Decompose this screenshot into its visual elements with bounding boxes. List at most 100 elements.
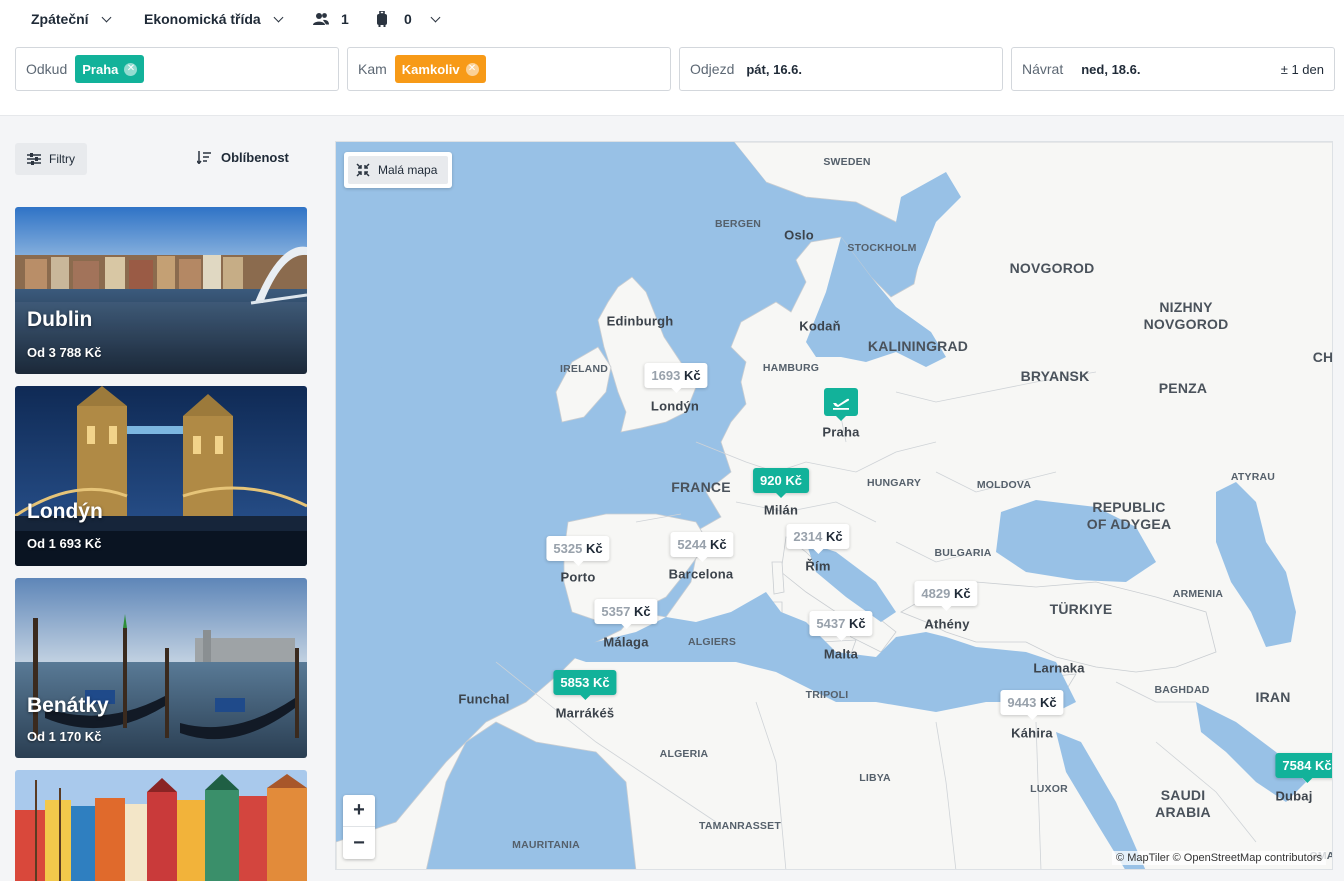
passengers-count: 1	[341, 11, 349, 27]
map-label-france: FRANCE	[671, 479, 731, 495]
map-label-sweden: SWEDEN	[823, 156, 871, 168]
destination-chip-label: Kamkoliv	[401, 61, 460, 77]
origin-field[interactable]: Odkud Praha ✕	[15, 47, 339, 91]
map-label-algiers: ALGIERS	[687, 636, 737, 648]
map-label-penza: PENZA	[1158, 380, 1208, 396]
copenhagen-photo	[15, 770, 307, 881]
sort-button[interactable]: Oblíbenost	[197, 150, 289, 165]
map-label-luxor: LUXOR	[1030, 783, 1068, 795]
price-pin[interactable]: 5244 Kč	[670, 532, 734, 562]
pin-city-label: Řím	[805, 558, 831, 574]
price-pin[interactable]: 5357 Kč	[594, 599, 658, 629]
origin-city-label: Praha	[822, 424, 860, 440]
zoom-in-button[interactable]: +	[343, 795, 375, 827]
remove-chip-icon[interactable]: ✕	[465, 62, 479, 76]
destination-card-venice[interactable]: Benátky Od 1 170 Kč	[15, 578, 307, 758]
zoom-out-button[interactable]: −	[343, 827, 375, 859]
plane-takeoff-icon	[833, 398, 850, 410]
map-label-oslo: Oslo	[784, 227, 814, 243]
map-label-stockholm: STOCKHOLM	[847, 242, 917, 254]
chevron-down-icon	[273, 12, 284, 22]
origin-chip[interactable]: Praha ✕	[75, 55, 145, 83]
map-label-hungary: HUNGARY	[866, 477, 922, 489]
filters-button[interactable]: Filtry	[15, 143, 87, 175]
mini-map-button[interactable]: Malá mapa	[344, 152, 452, 188]
price-pin[interactable]: 5325 Kč	[546, 536, 610, 566]
card-price: Od 1 693 Kč	[27, 536, 102, 551]
pin-city-label: Marrákéš	[555, 705, 615, 721]
return-flexibility: ± 1 den	[1280, 61, 1324, 77]
return-label: Návrat	[1022, 61, 1064, 77]
cabin-class-dropdown[interactable]: Ekonomická třída	[144, 11, 284, 27]
map-label-novgorod: NOVGOROD	[1009, 260, 1095, 276]
departure-date-field[interactable]: Odjezd pát, 16.6.	[679, 47, 1003, 91]
trip-type-dropdown[interactable]: Zpáteční	[31, 11, 112, 27]
destination-card-london[interactable]: Londýn Od 1 693 Kč	[15, 386, 307, 566]
price-pin-cheapest[interactable]: 920 Kč	[753, 468, 809, 498]
passengers-dropdown[interactable]: 1	[313, 11, 349, 27]
return-value: ned, 18.6.	[1081, 61, 1141, 77]
sort-icon	[197, 151, 211, 164]
map-label-kaliningrad: KALININGRAD	[867, 338, 969, 354]
map-label-hamburg: HAMBURG	[762, 362, 820, 374]
map-label-edinburgh: Edinburgh	[606, 313, 674, 329]
pin-city-label: Málaga	[603, 634, 649, 650]
pin-city-label: Dubaj	[1275, 788, 1313, 804]
price-pin[interactable]: 4829 Kč	[914, 581, 978, 611]
pin-city-label: Milán	[763, 502, 799, 518]
map-label-nizhny: NIZHNY NOVGOROD	[1143, 299, 1229, 332]
map-label-tamanrasset: TAMANRASSET	[699, 820, 781, 832]
remove-chip-icon[interactable]: ✕	[124, 62, 138, 76]
pin-city-label: Barcelona	[668, 566, 734, 582]
map-label-adygea: REPUBLIC OF ADYGEA	[1086, 499, 1172, 532]
destination-card-partial[interactable]	[15, 770, 307, 881]
map-label-libya: LIBYA	[859, 772, 891, 784]
bags-count: 0	[404, 11, 412, 27]
card-city: Londýn	[27, 500, 103, 523]
map-base	[336, 142, 1332, 869]
filters-label: Filtry	[49, 152, 75, 166]
map-label-atyrau: ATYRAU	[1230, 471, 1276, 483]
departure-value: pát, 16.6.	[746, 61, 802, 77]
map-label-bulgaria: BULGARIA	[934, 547, 992, 559]
origin-chip-label: Praha	[82, 61, 119, 77]
destination-card-dublin[interactable]: Dublin Od 3 788 Kč	[15, 207, 307, 374]
collapse-icon	[356, 163, 370, 177]
card-price: Od 1 170 Kč	[27, 729, 102, 744]
map-label-tripoli: TRIPOLI	[805, 689, 849, 701]
sort-label: Oblíbenost	[221, 150, 289, 165]
price-pin[interactable]: 1693 Kč	[644, 363, 708, 393]
price-pin-highlight[interactable]: 7584 Kč	[1275, 753, 1332, 783]
map-label-baghdad: BAGHDAD	[1154, 684, 1210, 696]
origin-label: Odkud	[26, 61, 68, 77]
map-label-iran: IRAN	[1255, 689, 1291, 705]
map-label-armenia: ARMENIA	[1172, 588, 1224, 600]
map-label-larnaka: Larnaka	[1033, 660, 1085, 676]
map-label-mauritania: MAURITANIA	[512, 839, 580, 851]
filters-icon	[27, 153, 41, 165]
map-label-ireland: IRELAND	[559, 363, 609, 375]
bags-dropdown[interactable]: 0	[376, 11, 441, 27]
pin-city-label: Athény	[924, 616, 970, 632]
destination-chip[interactable]: Kamkoliv ✕	[394, 55, 486, 83]
pin-city-label: Porto	[560, 569, 596, 585]
cabin-class-label: Ekonomická třída	[144, 11, 261, 27]
map-label-kodan: Kodaň	[799, 318, 841, 334]
map-label-bergen: BERGEN	[714, 218, 762, 230]
origin-marker[interactable]	[824, 388, 858, 421]
chevron-down-icon	[430, 12, 441, 22]
mini-map-label: Malá mapa	[378, 163, 438, 177]
card-city: Benátky	[27, 694, 109, 717]
price-pin-highlight[interactable]: 5853 Kč	[553, 670, 617, 700]
search-options-row: Zpáteční Ekonomická třída 1 0	[0, 0, 1344, 42]
price-pin[interactable]: 9443 Kč	[1000, 690, 1064, 720]
price-pin[interactable]: 5437 Kč	[809, 611, 873, 641]
map-label-funchal: Funchal	[458, 691, 510, 707]
card-price: Od 3 788 Kč	[27, 345, 102, 360]
chevron-down-icon	[101, 12, 112, 22]
return-date-field[interactable]: Návrat ned, 18.6. ± 1 den	[1011, 47, 1335, 91]
map-label-ch: CH	[1312, 349, 1333, 365]
destinations-map[interactable]: SWEDEN BERGEN Oslo STOCKHOLM NOVGOROD NI…	[335, 141, 1333, 870]
price-pin[interactable]: 2314 Kč	[786, 524, 850, 554]
destination-field[interactable]: Kam Kamkoliv ✕	[347, 47, 671, 91]
